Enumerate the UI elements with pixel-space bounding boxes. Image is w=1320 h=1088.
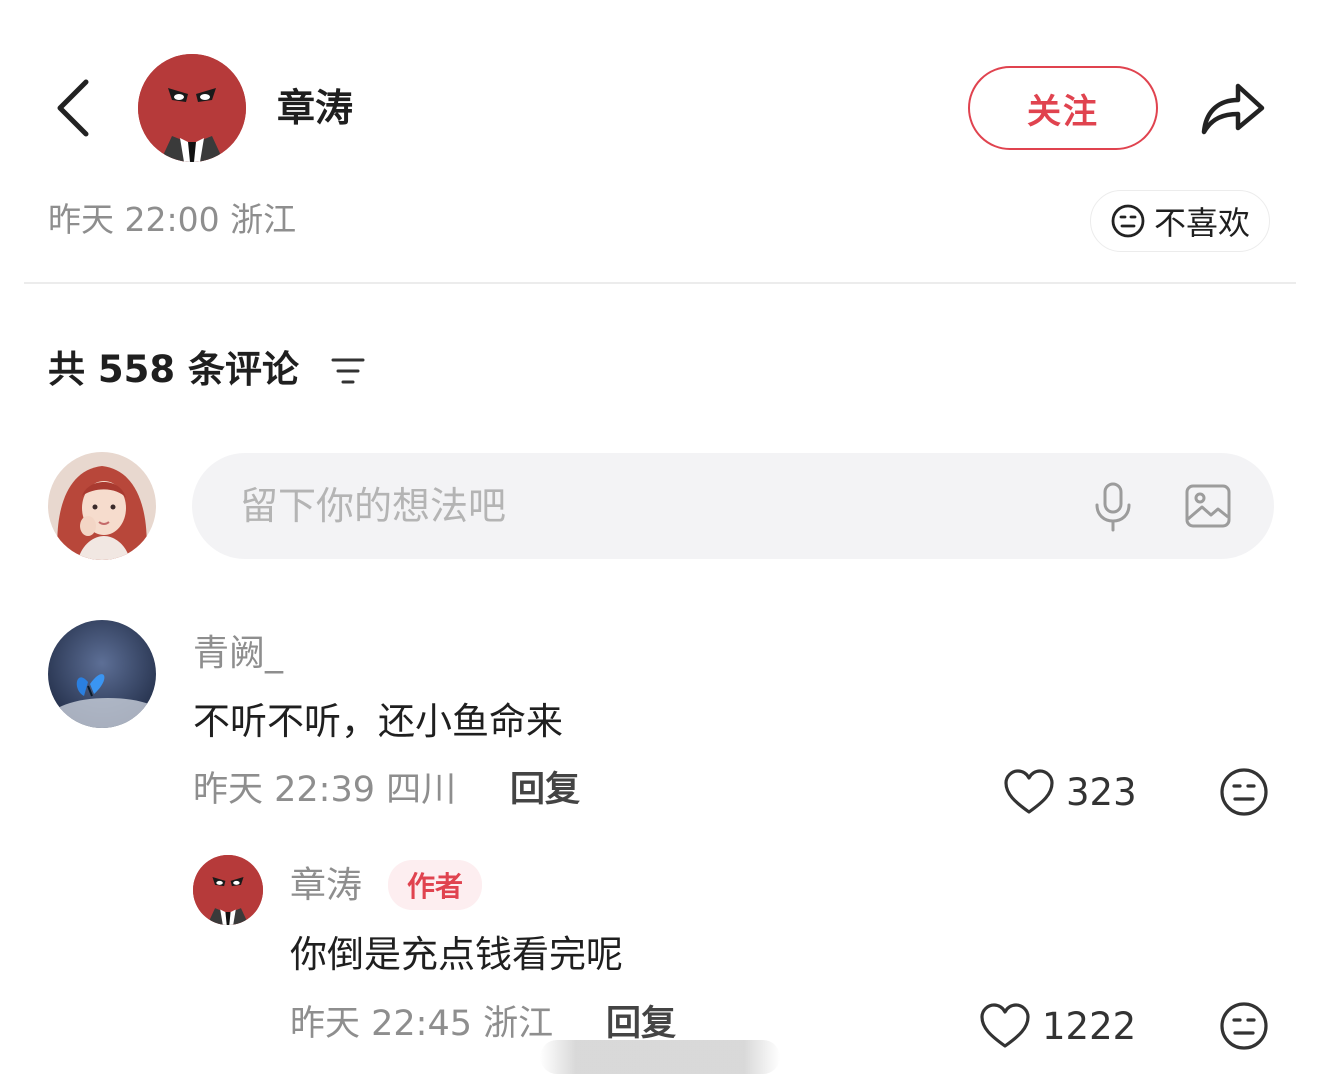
comment-meta: 昨天 22:39 四川 [193,766,456,814]
reply-button[interactable]: 回复 [510,766,580,814]
reply-time: 昨天 22:45 [290,1004,472,1044]
reply-like-count: 1222 [1042,1004,1137,1048]
neutral-face-icon [1111,204,1145,238]
masked-man-avatar-image [193,855,263,925]
neutral-face-icon [1220,1002,1268,1050]
chevron-left-icon [57,79,89,137]
share-arrow-icon [1201,83,1265,135]
author-name[interactable]: 章涛 [277,82,353,134]
comment-time: 昨天 22:39 [193,770,375,810]
comment-input[interactable]: 留下你的想法吧 [192,453,1274,559]
voice-input-button[interactable] [1088,481,1138,533]
masked-man-avatar-image [138,54,246,162]
follow-button[interactable]: 关注 [968,66,1158,150]
image-icon [1185,484,1231,528]
commenter-name[interactable]: 青阙_ [193,630,283,678]
microphone-icon [1095,482,1131,532]
reply-like-button[interactable]: 1222 [978,1000,1154,1052]
comments-count-header: 共 558 条评论 [48,348,300,391]
post-meta: 昨天 22:00 浙江 [48,198,296,242]
comments-count: 558 [97,348,176,391]
watermark [540,1040,780,1074]
dislike-comment-button[interactable] [1218,766,1270,818]
back-button[interactable] [52,76,96,140]
neutral-face-icon [1220,768,1268,816]
heart-icon [980,1003,1030,1048]
sort-button[interactable] [330,354,366,388]
sort-filter-icon [331,358,365,384]
post-location: 浙江 [230,200,297,239]
comment-text: 不听不听，还小鱼命来 [193,700,563,743]
heart-icon [1004,769,1054,814]
image-attach-button[interactable] [1184,483,1232,529]
comment-input-placeholder: 留下你的想法吧 [240,484,507,528]
current-user-avatar[interactable] [48,452,156,560]
commenter-avatar[interactable] [48,620,156,728]
reply-text: 你倒是充点钱看完呢 [290,933,623,976]
like-count: 323 [1066,770,1137,814]
butterfly-avatar-image [48,620,156,728]
like-button[interactable]: 323 [1002,766,1152,818]
dislike-button[interactable]: 不喜欢 [1090,190,1270,252]
dislike-label: 不喜欢 [1153,204,1250,242]
share-button[interactable] [1196,74,1268,138]
post-time: 昨天 22:00 [48,200,220,239]
reply-author-avatar[interactable] [193,855,263,925]
reply-author-name[interactable]: 章涛 [290,862,362,910]
author-avatar[interactable] [138,54,246,162]
divider [24,282,1296,284]
comment-location: 四川 [386,770,457,810]
reply-dislike-button[interactable] [1218,1000,1270,1052]
girl-portrait-avatar-image [48,452,156,560]
reply-location: 浙江 [483,1004,554,1044]
reply-meta: 昨天 22:45 浙江 [290,1000,553,1048]
author-tag: 作者 [388,860,482,910]
